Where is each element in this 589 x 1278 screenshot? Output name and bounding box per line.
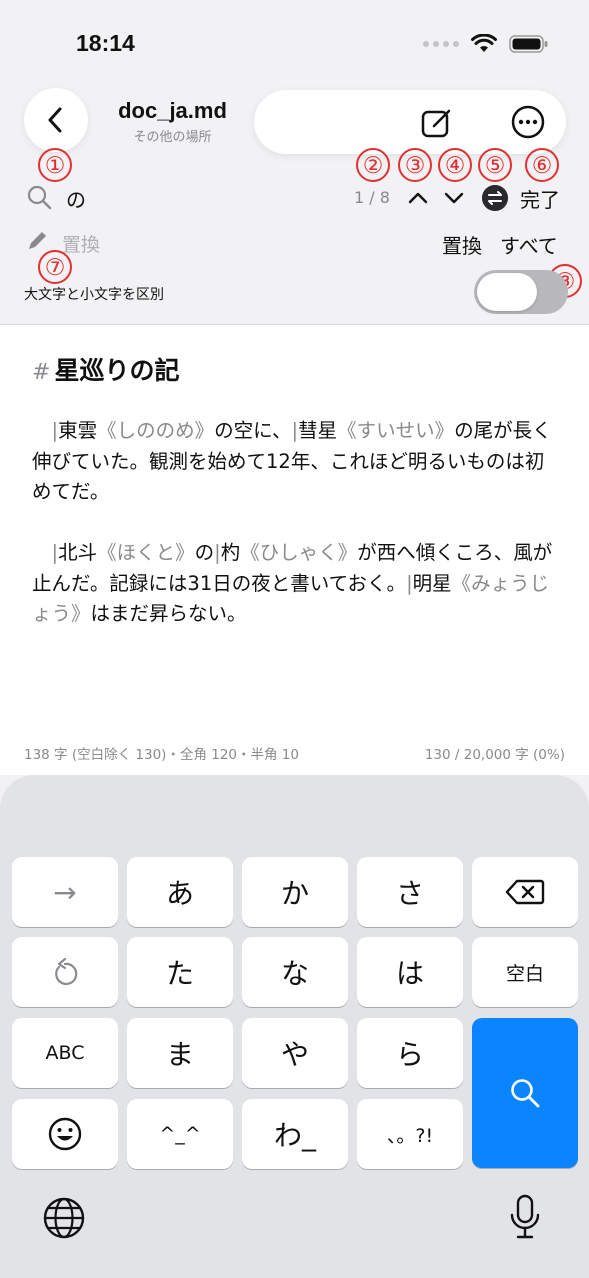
emoji-key[interactable] (12, 1099, 118, 1169)
search-icon (511, 1079, 540, 1108)
replace-button[interactable]: 置換 (442, 230, 482, 259)
body-text (32, 419, 52, 442)
status-icons (423, 34, 549, 54)
swap-icon[interactable] (482, 185, 508, 211)
body-text (32, 541, 52, 564)
body-text: はまだ昇らない。 (90, 602, 247, 625)
find-input[interactable]: の (66, 184, 86, 213)
status-bar: 18:14 (0, 0, 589, 80)
document-location: その他の場所 (133, 130, 212, 145)
case-option-row: 大文字と小文字を区別 (0, 268, 589, 318)
ruby-text: 《しののめ》 (97, 419, 215, 442)
ruby-marker: | (214, 541, 221, 564)
title-block: doc_ja.md その他の場所 (100, 98, 245, 145)
undo-icon (55, 957, 78, 986)
chevron-down-icon[interactable] (442, 186, 466, 210)
key-arrow[interactable]: → (12, 857, 118, 927)
annotation-4: ④ (438, 148, 472, 182)
signal-icon (423, 41, 459, 47)
header: doc_ja.md その他の場所 (0, 88, 589, 156)
document-view[interactable]: # 星巡りの記 |東雲《しののめ》の空に、|彗星《すいせい》の尾が長く伸びていた。… (0, 325, 589, 775)
chevron-up-icon[interactable] (406, 186, 430, 210)
toolbar-pill (254, 90, 566, 154)
key-ra[interactable]: ら (357, 1018, 463, 1088)
pencil-icon (29, 232, 46, 249)
globe-icon[interactable] (42, 1196, 86, 1240)
annotation-6: ⑥ (525, 148, 559, 182)
key-ya[interactable]: や (242, 1018, 348, 1088)
status-time: 18:14 (76, 30, 135, 56)
replace-input[interactable]: 置換 (62, 230, 100, 257)
body-text: 明星 (412, 571, 452, 595)
search-key[interactable] (472, 1018, 578, 1168)
keyboard: → あ か さ た な は 空白 ABC ま や ら ^_^ わ_ 、。?! (0, 775, 589, 1278)
undo-key[interactable] (12, 937, 118, 1007)
search-icon (27, 185, 52, 210)
emoji-icon (48, 1117, 82, 1151)
paragraph-1: |東雲《しののめ》の空に、|彗星《すいせい》の尾が長く伸びていた。観測を始めて1… (32, 416, 562, 508)
toggle-knob (477, 273, 537, 311)
paragraph-2: |北斗《ほくと》の|杓《ひしゃく》が西へ傾くころ、風が止んだ。記録には31日の夜… (32, 538, 562, 630)
annotation-2: ② (356, 148, 390, 182)
document-heading: # 星巡りの記 (32, 351, 179, 387)
key-sa[interactable]: さ (357, 857, 463, 927)
body-text: の (194, 541, 215, 564)
replace-bar: 置換 置換 すべて (0, 226, 589, 260)
chevron-left-icon (48, 107, 62, 133)
key-a[interactable]: あ (127, 857, 233, 927)
case-sensitive-label: 大文字と小文字を区別 (24, 287, 164, 303)
heading-text: 星巡りの記 (54, 356, 180, 385)
body-text: 杓 (220, 541, 241, 564)
wifi-icon (471, 34, 497, 52)
character-limit: 130 / 20,000 字 (0%) (424, 747, 565, 763)
ruby-text: 《ひしゃく》 (240, 541, 358, 564)
body-text: 北斗 (58, 541, 98, 564)
space-key[interactable]: 空白 (472, 937, 578, 1007)
punctuation-key[interactable]: 、。?! (357, 1099, 463, 1169)
find-bar: の 1 / 8 完了 (0, 180, 589, 214)
kaomoji-key[interactable]: ^_^ (127, 1099, 233, 1169)
key-ma[interactable]: ま (127, 1018, 233, 1088)
key-ha[interactable]: は (357, 937, 463, 1007)
key-ta[interactable]: た (127, 937, 233, 1007)
document-title: doc_ja.md (118, 98, 227, 123)
microphone-icon[interactable] (508, 1194, 542, 1240)
body-text: 彗星 (298, 419, 338, 442)
more-icon[interactable] (510, 104, 546, 140)
battery-icon (509, 35, 548, 53)
match-count: 1 / 8 (354, 188, 390, 207)
body-text: 東雲 (58, 419, 98, 442)
abc-key[interactable]: ABC (12, 1018, 118, 1088)
ruby-text: 《ほくと》 (97, 541, 195, 564)
backspace-icon (505, 879, 545, 905)
ruby-marker: | (406, 571, 413, 595)
compose-icon[interactable] (420, 106, 454, 140)
backspace-key[interactable] (472, 857, 578, 927)
key-na[interactable]: な (242, 937, 348, 1007)
key-wa[interactable]: わ_ (242, 1099, 348, 1169)
case-sensitive-toggle[interactable] (474, 270, 568, 314)
annotation-1: ① (38, 148, 72, 182)
heading-marker: # (32, 360, 51, 385)
back-button[interactable] (24, 88, 88, 152)
done-button[interactable]: 完了 (520, 184, 560, 213)
key-ka[interactable]: か (242, 857, 348, 927)
annotation-3: ③ (398, 148, 432, 182)
annotation-5: ⑤ (478, 148, 512, 182)
character-stats: 138 字 (空白除く 130)・全角 120・半角 10 (24, 747, 299, 763)
body-text: の空に、 (214, 419, 292, 442)
ruby-text: 《すいせい》 (337, 419, 455, 442)
replace-all-button[interactable]: すべて (500, 230, 558, 259)
